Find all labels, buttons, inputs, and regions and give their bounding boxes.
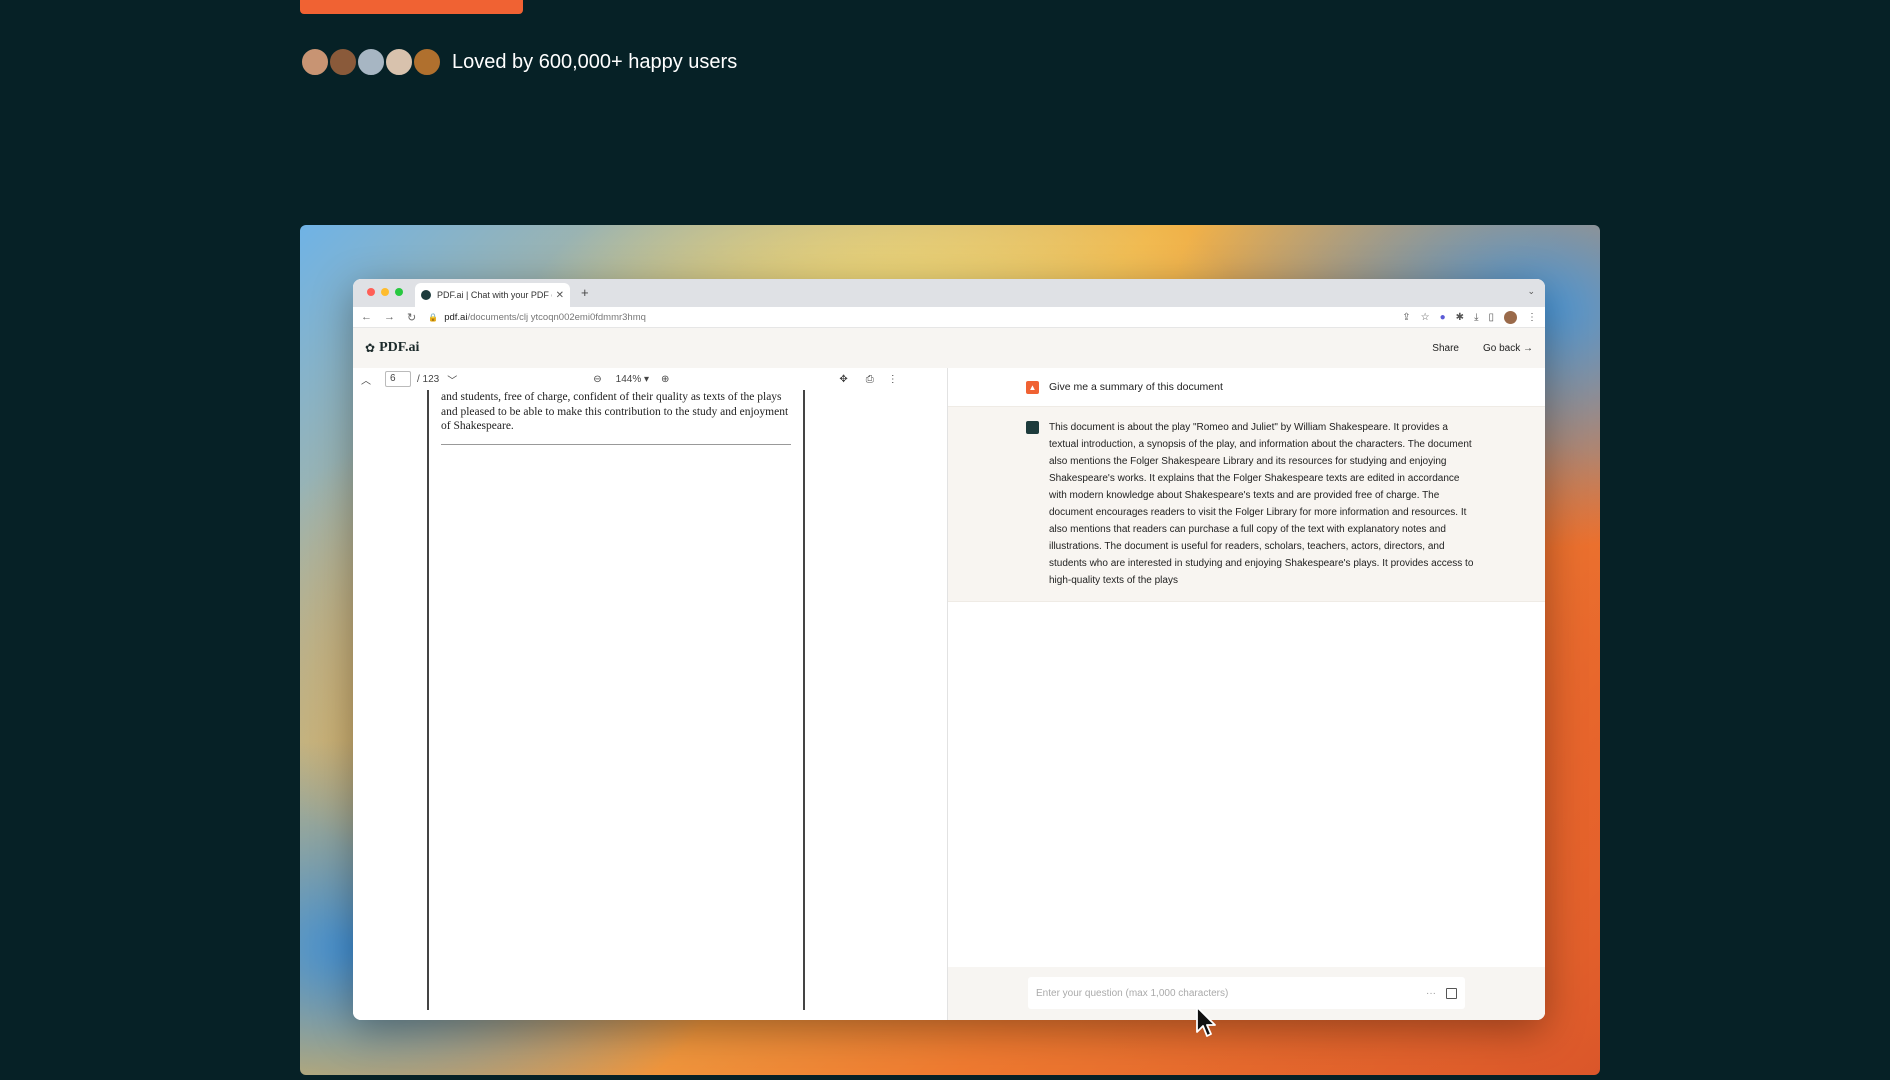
back-arrow-icon[interactable]: ← (361, 311, 372, 323)
avatar (384, 47, 414, 77)
avatar (356, 47, 386, 77)
user-message: ▲ Give me a summary of this document (948, 368, 1545, 406)
url-field[interactable]: pdf.ai/documents/clj ytcoqn002emi0fdmmr3… (444, 312, 1392, 323)
print-icon[interactable]: ⎙ (866, 374, 874, 385)
cta-button[interactable] (300, 0, 523, 14)
address-bar: ← → ↻ 🔒 pdf.ai/documents/clj ytcoqn002em… (353, 307, 1545, 328)
go-back-button[interactable]: Go back → (1483, 343, 1533, 354)
tab-bar: PDF.ai | Chat with your PDF do ✕ + ⌄ (353, 279, 1545, 307)
profile-avatar[interactable] (1504, 310, 1517, 324)
previous-page-icon[interactable]: ︿ (361, 372, 371, 387)
social-proof: Loved by 600,000+ happy users (300, 46, 737, 78)
zoom-out-icon[interactable]: ⊖ (593, 374, 601, 385)
pdfai-favicon-icon (421, 290, 431, 300)
browser-menu-icon[interactable]: ⋮ (1527, 312, 1537, 323)
new-tab-button[interactable]: + (581, 285, 589, 300)
download-icon[interactable]: ⤓ (1474, 312, 1478, 323)
forward-arrow-icon[interactable]: → (384, 311, 395, 323)
chat-panel: ▲ Give me a summary of this document Thi… (948, 368, 1545, 1020)
avatar (412, 47, 442, 77)
window-controls (367, 288, 403, 296)
question-input[interactable]: Enter your question (max 1,000 character… (1028, 977, 1465, 1009)
share-button[interactable]: Share (1432, 343, 1459, 354)
hero-video[interactable]: PDF.ai | Chat with your PDF do ✕ + ⌄ ← →… (300, 225, 1600, 1075)
close-window-button[interactable] (367, 288, 375, 296)
next-page-icon[interactable]: ﹀ (447, 372, 457, 387)
assistant-icon (1026, 421, 1039, 434)
app-logo[interactable]: PDF.ai (379, 340, 1408, 356)
page-divider (441, 443, 791, 445)
user-icon: ▲ (1026, 380, 1039, 394)
mouse-cursor-icon (1196, 1006, 1216, 1037)
share-page-icon[interactable]: ⇪ (1402, 312, 1410, 323)
extension-icon[interactable]: ● (1440, 312, 1446, 323)
page-number-input[interactable]: 6 (385, 371, 411, 387)
minimize-window-button[interactable] (381, 288, 389, 296)
ellipsis-icon: ··· (1426, 987, 1436, 999)
tab-search-icon[interactable]: ⌄ (1527, 286, 1535, 297)
question-input-placeholder: Enter your question (max 1,000 character… (1036, 987, 1229, 999)
pdf-viewer: ︿ 6 / 123 ﹀ ⊖ 144% ▾ ⊕ ✥ ⎙ ⋮ and student… (353, 368, 948, 1020)
browser-tab[interactable]: PDF.ai | Chat with your PDF do ✕ (415, 283, 570, 307)
assistant-message: This document is about the play "Romeo a… (948, 406, 1545, 602)
stop-icon[interactable] (1446, 987, 1457, 999)
pan-tool-icon[interactable]: ✥ (839, 374, 847, 385)
user-message-text: Give me a summary of this document (1049, 381, 1223, 393)
social-proof-text: Loved by 600,000+ happy users (452, 50, 738, 73)
url-domain: pdf.ai (444, 311, 468, 323)
app-header: ✿ PDF.ai Share Go back → (353, 328, 1545, 369)
sidebar-icon[interactable]: ▯ (1488, 312, 1494, 323)
avatar (328, 47, 358, 77)
chat-input-bar: Enter your question (max 1,000 character… (948, 967, 1545, 1020)
puzzle-extensions-icon[interactable]: ✱ (1456, 312, 1464, 323)
maximize-window-button[interactable] (395, 288, 403, 296)
lock-icon[interactable]: 🔒 (428, 313, 438, 322)
pdf-page-text: and students, free of charge, confident … (441, 391, 789, 432)
pdf-toolbar: ︿ 6 / 123 ﹀ ⊖ 144% ▾ ⊕ ✥ ⎙ ⋮ (353, 368, 947, 390)
reload-icon[interactable]: ↻ (407, 311, 416, 324)
tab-title: PDF.ai | Chat with your PDF do (437, 290, 552, 300)
assistant-message-text: This document is about the play "Romeo a… (1049, 422, 1474, 586)
browser-window: PDF.ai | Chat with your PDF do ✕ + ⌄ ← →… (353, 279, 1545, 1020)
user-avatars (300, 47, 442, 77)
pdfai-logo-icon: ✿ (365, 341, 376, 355)
zoom-select[interactable]: 144% ▾ (616, 374, 649, 385)
pdf-page: and students, free of charge, confident … (427, 390, 805, 1010)
more-options-icon[interactable]: ⋮ (888, 374, 898, 385)
app-body: ︿ 6 / 123 ﹀ ⊖ 144% ▾ ⊕ ✥ ⎙ ⋮ and student… (353, 368, 1545, 1020)
bookmark-star-icon[interactable]: ☆ (1421, 312, 1430, 323)
url-path: /documents/clj ytcoqn002emi0fdmmr3hmq (467, 311, 646, 323)
close-tab-icon[interactable]: ✕ (556, 290, 564, 301)
zoom-in-icon[interactable]: ⊕ (661, 374, 669, 385)
avatar (300, 47, 330, 77)
page-total: / 123 (417, 373, 440, 385)
